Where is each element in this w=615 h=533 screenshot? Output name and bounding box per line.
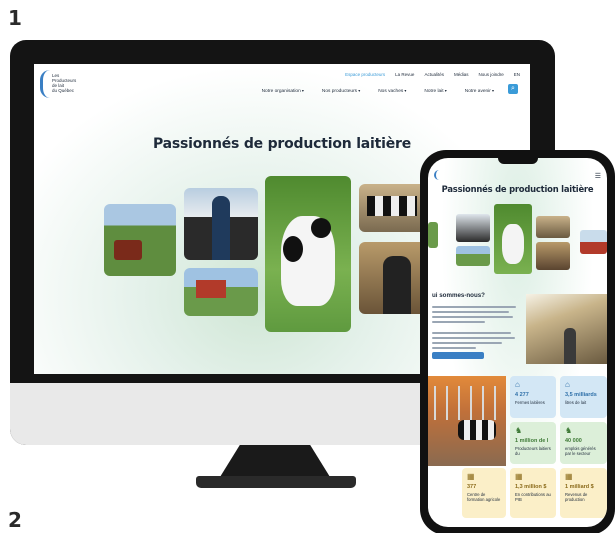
about-cta-button[interactable] <box>432 352 484 359</box>
nav-item-future[interactable]: Notre avenir <box>465 88 494 94</box>
cow-icon: ♞ <box>565 426 573 435</box>
cow-icon: ♞ <box>515 426 523 435</box>
phone-photo-stalls <box>428 376 506 466</box>
stat-card: ▦ 1 milliard $ Revenus de production <box>560 468 607 518</box>
utility-link-media[interactable]: Médias <box>454 72 469 77</box>
photo-red-barn <box>184 268 258 316</box>
photo-cows-stable <box>359 184 429 232</box>
logo-text: Les Producteurs de lait du Québec <box>52 73 77 93</box>
search-icon[interactable]: ⌕ <box>508 84 518 94</box>
site-logo[interactable]: Les Producteurs de lait du Québec <box>40 70 90 100</box>
phone-logo-icon[interactable] <box>434 170 440 180</box>
phone-photo-worker <box>536 242 570 270</box>
stat-card: ▦ 1,3 million $ En contributions au PIB <box>510 468 556 518</box>
phone-photo-red-barn <box>580 230 607 254</box>
mockup-stage: 1 2 Les Producteurs de lait du Québec Es… <box>0 0 615 533</box>
utility-link-lang[interactable]: EN <box>514 72 520 77</box>
utility-nav: Espace producteurs La Revue Actualités M… <box>345 72 520 77</box>
stat-card: ▦ 377 Centre de formation agricole <box>462 468 506 518</box>
barn-icon: ⌂ <box>565 380 570 389</box>
step-number-one: 1 <box>8 6 22 30</box>
fence-icon: ▦ <box>515 472 523 481</box>
phone-device: ☰ Passionnés de production laitière ui s… <box>420 150 615 533</box>
utility-link-producers[interactable]: Espace producteurs <box>345 72 385 77</box>
fence-icon: ▦ <box>467 472 475 481</box>
phone-header: ☰ <box>434 170 601 180</box>
barn-icon: ⌂ <box>515 380 520 389</box>
phone-photo-barn-interior <box>526 294 607 364</box>
utility-link-revue[interactable]: La Revue <box>395 72 414 77</box>
stat-card: ⌂ 4 277 Fermes laitières <box>510 376 556 418</box>
about-paragraph <box>432 306 520 352</box>
photo-holstein-cow <box>265 176 351 332</box>
utility-link-contact[interactable]: Nous joindre <box>478 72 503 77</box>
utility-link-news[interactable]: Actualités <box>424 72 444 77</box>
monitor-stand-base <box>196 476 356 488</box>
menu-icon[interactable]: ☰ <box>595 172 601 180</box>
phone-photo-farmer <box>456 214 490 242</box>
phone-photo-tractor <box>428 222 438 248</box>
photo-farm-worker <box>359 242 429 314</box>
about-heading: ui sommes-nous? <box>432 292 485 299</box>
phone-screen: ☰ Passionnés de production laitière ui s… <box>428 158 607 527</box>
fence-icon: ▦ <box>565 472 573 481</box>
phone-photo-barn <box>456 246 490 266</box>
phone-photo-cow <box>494 204 532 274</box>
photo-tractor <box>104 204 176 276</box>
main-nav: Notre organisation Nos producteurs Nos v… <box>262 88 494 94</box>
photo-farmer-cows <box>184 188 258 260</box>
nav-item-producers[interactable]: Nos producteurs <box>322 88 360 94</box>
nav-item-cows[interactable]: Nos vaches <box>378 88 406 94</box>
step-number-two: 2 <box>8 508 22 532</box>
stat-card: ♞ 40 000 emplois générés par le secteur <box>560 422 607 464</box>
logo-swoosh-icon <box>40 70 50 98</box>
phone-hero-title: Passionnés de production laitière <box>441 184 594 194</box>
nav-item-milk[interactable]: Notre lait <box>424 88 446 94</box>
stat-card: ⌂ 3,5 milliards litres de lait <box>560 376 607 418</box>
monitor-stand <box>220 445 330 477</box>
nav-item-organisation[interactable]: Notre organisation <box>262 88 304 94</box>
phone-photo-cows <box>536 216 570 238</box>
stat-card: ♞ 1 million de l Producteurs laitiers du <box>510 422 556 464</box>
phone-notch <box>498 156 538 164</box>
